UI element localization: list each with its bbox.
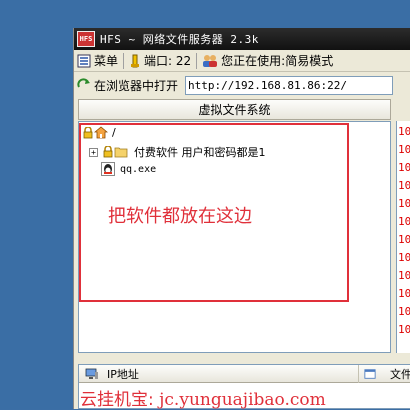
log-line: 10 <box>398 125 410 138</box>
lock-icon <box>103 146 113 158</box>
column-header-file[interactable]: 文件 <box>360 365 410 383</box>
column-header-ip[interactable]: IP地址 <box>79 364 359 383</box>
address-toolbar: 在浏览器中打开 http://192.168.81.86:22/ <box>74 73 410 97</box>
url-field[interactable]: http://192.168.81.86:22/ <box>185 75 394 95</box>
log-line: 10 <box>398 287 410 300</box>
vfs-file-label: qq.exe <box>120 163 157 175</box>
annotation-text: 把软件都放在这边 <box>108 206 252 227</box>
network-icon <box>85 368 98 379</box>
mode-button[interactable]: 您正在使用:简易模式 <box>199 51 336 71</box>
title-bar[interactable]: HFS HFS ~ 网络文件服务器 2.3k <box>74 28 410 50</box>
log-line: 10 <box>398 161 410 174</box>
menu-button[interactable]: 菜单 <box>74 51 121 71</box>
vfs-tree-panel[interactable]: / + 付费软件 用户和密码都是1 qq.exe <box>78 121 391 353</box>
folder-icon <box>114 147 128 158</box>
open-in-browser-button[interactable]: 在浏览器中打开 <box>74 75 181 95</box>
hfs-logo-icon: HFS <box>77 31 95 47</box>
window-title: HFS ~ 网络文件服务器 2.3k <box>100 33 259 46</box>
menu-icon <box>77 54 91 67</box>
watermark-prefix: 云挂机宝: <box>80 390 154 410</box>
refresh-arrow-icon <box>77 78 90 88</box>
port-label: 端口: 22 <box>144 54 192 68</box>
vfs-header: 虚拟文件系统 <box>78 99 391 120</box>
column-label-ip: IP地址 <box>107 367 139 381</box>
watermark-url: jc.yunguajibao.com <box>159 390 326 410</box>
log-line: 10 <box>398 323 410 336</box>
watermark: 云挂机宝: jc.yunguajibao.com <box>80 385 326 410</box>
log-line: 10 <box>398 233 410 246</box>
log-line: 10 <box>398 305 410 318</box>
log-panel[interactable]: 10 10 10 10 10 10 10 10 10 10 10 10 <box>396 121 410 353</box>
toolbar-separator <box>123 52 125 69</box>
open-in-browser-label: 在浏览器中打开 <box>94 78 179 93</box>
vfs-file-item[interactable]: qq.exe <box>101 162 156 176</box>
column-label-file: 文件 <box>390 367 410 381</box>
log-line: 10 <box>398 215 410 228</box>
log-line: 10 <box>398 143 410 156</box>
log-line: 10 <box>398 179 410 192</box>
log-line: 10 <box>398 269 410 282</box>
mode-label: 您正在使用:简易模式 <box>221 54 334 68</box>
home-icon <box>94 126 108 139</box>
log-line: 10 <box>398 251 410 264</box>
toolbar-separator <box>196 52 198 69</box>
users-icon <box>203 54 218 67</box>
expand-toggle[interactable]: + <box>89 147 98 157</box>
vfs-root-item[interactable]: / <box>83 126 116 139</box>
port-icon <box>131 54 140 67</box>
vfs-folder-item[interactable]: + 付费软件 用户和密码都是1 <box>89 144 266 160</box>
lock-icon <box>83 126 93 138</box>
file-column-icon <box>364 368 376 379</box>
vfs-folder-label: 付费软件 用户和密码都是1 <box>134 146 266 159</box>
log-line: 10 <box>398 197 410 210</box>
qq-file-icon <box>101 162 115 176</box>
menu-label: 菜单 <box>94 54 119 68</box>
main-toolbar: 菜单 端口: 22 您正在使用:简易模式 <box>74 50 410 72</box>
connections-header: IP地址 文件 <box>79 364 410 383</box>
vfs-root-label: / <box>112 126 116 139</box>
port-button[interactable]: 端口: 22 <box>126 51 194 71</box>
